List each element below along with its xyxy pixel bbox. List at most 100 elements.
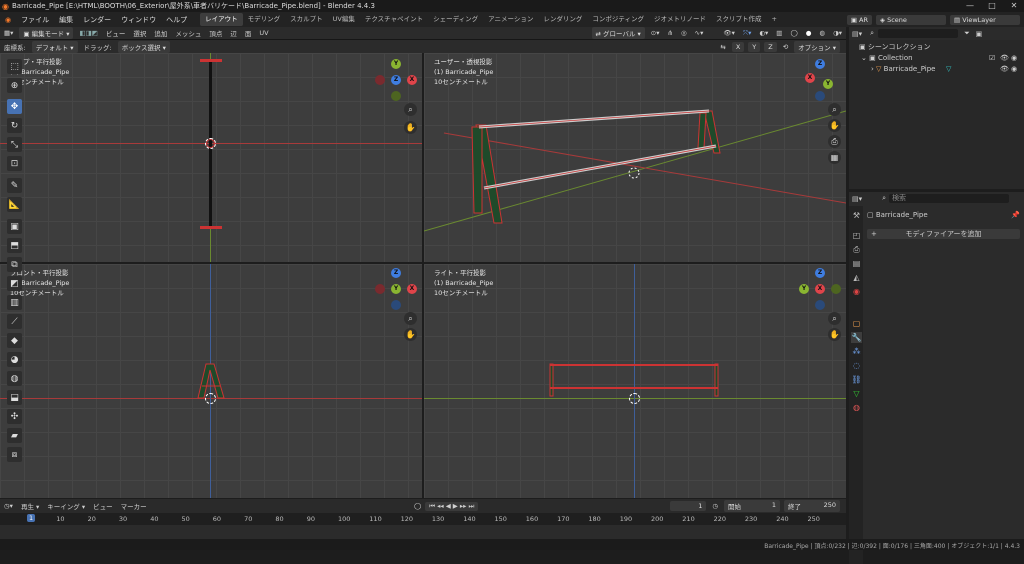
scale-icon[interactable]: ⤡ (7, 137, 22, 152)
menu-edit[interactable]: 編集 (54, 15, 78, 25)
shrink-fatten-icon[interactable]: ✣ (7, 409, 22, 424)
gizmo-neg-y[interactable] (831, 284, 841, 294)
pan-hand-icon[interactable]: ✋ (404, 328, 417, 341)
mirror-y-toggle[interactable]: Y (748, 41, 761, 52)
overlay-toggle-icon[interactable]: ◐▾ (755, 29, 772, 37)
tab-modeling[interactable]: モデリング (243, 13, 286, 26)
gizmo-z[interactable]: Z (815, 268, 825, 278)
record-icon[interactable]: ◯ (410, 502, 425, 510)
tab-geometry-nodes[interactable]: ジオメトリノード (649, 13, 711, 26)
spin-icon[interactable]: ◕ (7, 352, 22, 367)
tab-sculpt[interactable]: スカルプト (285, 13, 328, 26)
xray-toggle-icon[interactable]: ▥ (772, 29, 786, 37)
editor-type-icon[interactable]: ▦▾ (0, 29, 17, 37)
mirror-x-toggle[interactable]: X (731, 41, 745, 52)
tab-rendering[interactable]: レンダリング (538, 13, 587, 26)
menu-keying[interactable]: キーイング ▾ (43, 501, 89, 511)
transform-icon[interactable]: ⊡ (7, 156, 22, 171)
outliner-row-collection[interactable]: ⌄ ▣ Collection ☑ 👁 ◉ (849, 53, 1024, 63)
gizmo-neg-z[interactable] (815, 300, 825, 310)
properties-search[interactable]: 検索 (889, 194, 1010, 203)
tool-tab-icon[interactable]: ⚒ (851, 210, 862, 221)
menu-playback[interactable]: 再生 ▾ (17, 501, 43, 511)
navigation-gizmo[interactable]: Z X Y (375, 268, 417, 310)
viewport-user[interactable]: ユーザー・透視投影 (1) Barricade_Pipe 10センチメートル Z… (424, 53, 846, 262)
navigation-gizmo[interactable]: Y X Z (375, 59, 417, 101)
camera-view-icon[interactable]: ⎙ (828, 135, 841, 148)
navigation-gizmo[interactable]: Z Y X (799, 268, 841, 310)
view-layer-tab-icon[interactable]: ▤ (851, 258, 862, 269)
current-frame-field[interactable]: 1 (670, 501, 707, 511)
end-frame-field[interactable]: 終了 250 (784, 500, 840, 512)
viewport-top[interactable]: トップ・平行投影 (1) Barricade_Pipe 10センチメートル Y … (0, 53, 422, 262)
tab-uv-editing[interactable]: UV編集 (328, 13, 360, 26)
gizmo-neg-x[interactable] (375, 75, 385, 85)
gizmo-z[interactable]: Z (815, 59, 825, 69)
menu-select[interactable]: 選択 (129, 28, 150, 38)
viewport-right[interactable]: ライト・平行投影 (1) Barricade_Pipe 10センチメートル Z … (424, 264, 846, 498)
zoom-icon[interactable]: ⌕ (404, 312, 417, 325)
gizmo-y[interactable]: Y (391, 284, 401, 294)
world-tab-icon[interactable]: ◉ (851, 286, 862, 297)
add-modifier-button[interactable]: + モディファイアーを追加 (867, 229, 1020, 239)
mirror-z-toggle[interactable]: Z (764, 41, 777, 52)
add-cube-icon[interactable]: ▣ (7, 219, 22, 234)
shading-rendered-icon[interactable]: ◑▾ (829, 29, 846, 37)
scene-tab-icon[interactable]: ◭ (851, 272, 862, 283)
menu-vertex[interactable]: 頂点 (205, 28, 226, 38)
menu-face[interactable]: 面 (241, 28, 256, 38)
gizmo-toggle-icon[interactable]: ⤧▾ (739, 29, 755, 38)
render-tab-icon[interactable]: ◰ (851, 230, 862, 241)
maximize-button[interactable]: □ (982, 0, 1002, 12)
shading-wireframe-icon[interactable]: ◯ (786, 29, 801, 37)
exclude-checkbox[interactable]: ☑ (989, 53, 995, 63)
particles-tab-icon[interactable]: ⁂ (851, 346, 862, 357)
proportional-edit-icon[interactable]: ◎ (677, 29, 691, 37)
rotate-icon[interactable]: ↻ (7, 118, 22, 133)
material-tab-icon[interactable]: ◍ (851, 402, 862, 413)
close-button[interactable]: ✕ (1004, 0, 1024, 12)
constraints-tab-icon[interactable]: ⛓ (851, 374, 862, 385)
navigation-gizmo[interactable]: Z X Y (799, 59, 841, 101)
pivot-icon[interactable]: ⊙▾ (647, 29, 664, 37)
funnel-icon[interactable]: ⏷ (964, 29, 970, 38)
menu-marker[interactable]: マーカー (117, 501, 151, 511)
select-box-icon[interactable]: ⬚ (7, 59, 22, 74)
clock-icon[interactable]: ◷ (708, 502, 722, 510)
gizmo-neg-z[interactable] (391, 300, 401, 310)
minimize-button[interactable]: — (960, 0, 980, 12)
menu-timeline-view[interactable]: ビュー (89, 501, 117, 511)
tab-texture-paint[interactable]: テクスチャペイント (360, 13, 428, 26)
drag-select[interactable]: ボックス選択 ▾ (117, 40, 170, 53)
rip-region-icon[interactable]: ⧈ (7, 447, 22, 462)
zoom-icon[interactable]: ⌕ (404, 103, 417, 116)
pin-icon[interactable]: 📌 (1011, 210, 1020, 220)
pan-hand-icon[interactable]: ✋ (828, 328, 841, 341)
shading-solid-icon[interactable]: ● (802, 29, 816, 37)
knife-icon[interactable]: ⟋ (7, 314, 22, 329)
extrude-icon[interactable]: ⬒ (7, 238, 22, 253)
outliner-row-object[interactable]: › ▽ Barricade_Pipe ▽ 👁 ◉ (849, 64, 1024, 74)
playback-controls[interactable]: ⏮ ◂◂ ◀ ▶ ▸▸ ⏭ (425, 501, 479, 511)
blender-menu-icon[interactable]: ◉ (0, 16, 16, 24)
camera-icon[interactable]: ◉ (1011, 53, 1017, 63)
gizmo-y[interactable]: Y (823, 79, 833, 89)
pan-hand-icon[interactable]: ✋ (828, 119, 841, 132)
gizmo-neg-y[interactable] (391, 91, 401, 101)
gizmo-neg-z[interactable] (815, 91, 825, 101)
modifier-tab-icon[interactable]: 🔧 (851, 332, 862, 343)
mode-select[interactable]: ▣ 編集モード ▾ (19, 27, 74, 39)
outliner-type-icon[interactable]: ▤▾ (852, 30, 862, 38)
new-collection-icon[interactable]: ▣ (976, 30, 983, 38)
poly-build-icon[interactable]: ◆ (7, 333, 22, 348)
tab-scripting[interactable]: スクリプト作成 (711, 13, 767, 26)
properties-type-icon[interactable]: ▤▾ (852, 195, 862, 203)
visibility-eye-icon[interactable]: 👁 (1000, 64, 1009, 74)
menu-file[interactable]: ファイル (16, 15, 54, 25)
inset-icon[interactable]: ⧉ (7, 257, 22, 272)
annotate-icon[interactable]: ✎ (7, 178, 22, 193)
mirror-icon[interactable]: ⇆ (716, 43, 729, 51)
outliner-search[interactable] (878, 29, 959, 38)
zoom-icon[interactable]: ⌕ (828, 312, 841, 325)
scene-select[interactable]: ◈ Scene (876, 14, 946, 25)
